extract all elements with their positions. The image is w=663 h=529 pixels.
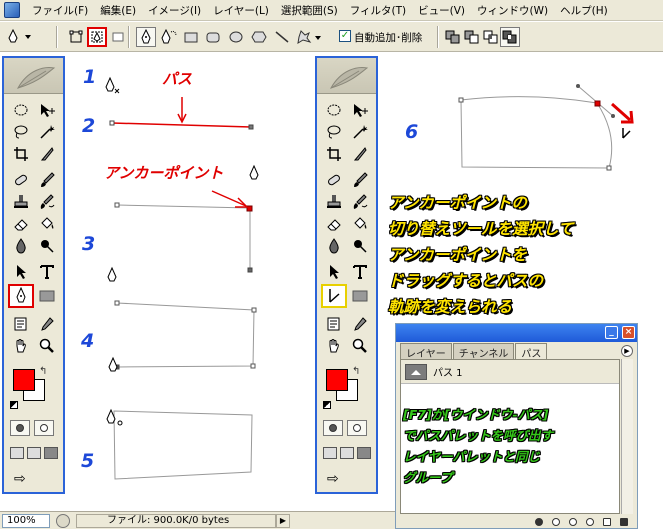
angled-path: [107, 164, 259, 282]
straight-path: [109, 97, 254, 130]
caption-line: 軌跡を変えられる: [388, 298, 513, 316]
fill-path-icon[interactable]: [535, 517, 543, 526]
open-rectangle-path: [108, 300, 257, 372]
palette-title-bar[interactable]: _ ×: [396, 324, 637, 342]
note-line: グループ: [403, 470, 453, 485]
caption-line: 切り替えツールを選択して: [388, 220, 574, 238]
path-name: パス 1: [433, 368, 463, 379]
minimize-button[interactable]: _: [605, 326, 618, 339]
stroke-path-icon[interactable]: [552, 517, 560, 526]
palette-tabs: レイヤー チャンネル パス: [400, 343, 548, 360]
trash-icon[interactable]: [620, 517, 628, 526]
palette-footer: [400, 515, 632, 528]
status-arrow-icon[interactable]: ▶: [276, 513, 290, 528]
caption-line: アンカーポイントを: [388, 246, 527, 264]
note-line: [F7]か[ウインドウ-パス]: [403, 407, 549, 422]
status-menu-icon[interactable]: [56, 513, 70, 528]
zoom-field[interactable]: 100%: [2, 513, 50, 528]
step-number-6: 6: [405, 121, 419, 143]
list-item[interactable]: パス 1: [401, 360, 619, 384]
tab-paths[interactable]: パス: [515, 343, 548, 360]
step-number-1: 1: [83, 66, 97, 88]
step-number-3: 3: [82, 233, 96, 255]
note-line: レイヤーパレットと同じ: [403, 449, 541, 464]
file-info: ファイル: 900.0K/0 bytes: [76, 513, 276, 528]
tab-channels[interactable]: チャンネル: [452, 343, 515, 360]
new-path-icon[interactable]: [603, 517, 611, 526]
step-number-5: 5: [81, 450, 95, 472]
make-work-path-icon[interactable]: [586, 517, 594, 526]
path-thumbnail: [405, 363, 427, 380]
closed-path: [106, 408, 253, 480]
note-line: でパスパレットを呼び出す: [403, 428, 554, 443]
caption-line: アンカーポイントの: [388, 194, 527, 212]
step-number-2: 2: [82, 115, 96, 137]
status-bar: 100% ファイル: 900.0K/0 bytes ▶: [0, 511, 395, 529]
convert-point-caption: アンカーポイントの 切り替えツールを選択して アンカーポイントを ドラッグすると…: [388, 190, 663, 320]
load-as-selection-icon[interactable]: [569, 517, 577, 526]
photoshop-window: ファイル(F) 編集(E) イメージ(I) レイヤー(L) 選択範囲(S) フィ…: [0, 0, 663, 529]
palette-menu-button[interactable]: ▶: [621, 345, 633, 357]
anchor-point-label: アンカーポイント: [104, 164, 224, 182]
path-label: パス: [162, 70, 193, 88]
pen-cursor-icon: [105, 76, 120, 94]
close-button[interactable]: ×: [622, 326, 635, 339]
pen-cursor-icon: [107, 164, 259, 282]
curved-path: [458, 84, 634, 171]
step-number-4: 4: [81, 330, 95, 352]
caption-line: ドラッグするとパスの: [388, 272, 544, 290]
paths-palette-note: [F7]か[ウインドウ-パス] でパスパレットを呼び出す レイヤーパレットと同じ…: [403, 404, 623, 488]
tab-layers[interactable]: レイヤー: [400, 343, 452, 360]
